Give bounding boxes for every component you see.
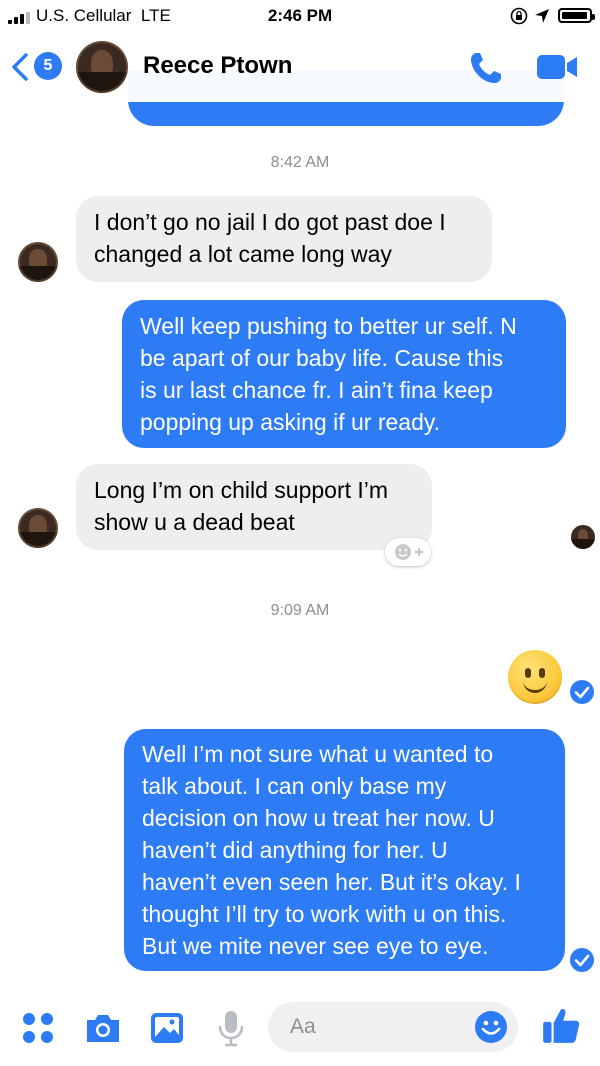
message-line: changed a lot came long way xyxy=(94,241,392,267)
message-bubble-outgoing[interactable]: Well I’m not sure what u wanted to talk … xyxy=(124,729,565,971)
message-line: haven’t even seen her. But it’s okay. I xyxy=(142,869,521,895)
message-line: I don’t go no jail I do got past doe I xyxy=(94,209,446,235)
unread-count-badge: 5 xyxy=(34,52,62,80)
phone-icon[interactable] xyxy=(468,50,504,86)
message-line: thought I’ll try to work with u on this. xyxy=(142,901,507,927)
message-line: be apart of our baby life. Cause this xyxy=(140,345,504,371)
gallery-icon[interactable] xyxy=(147,1008,187,1048)
smiley-emoji-message[interactable] xyxy=(508,650,562,704)
contact-avatar[interactable] xyxy=(76,41,128,93)
delivered-check-icon xyxy=(570,948,594,972)
apps-icon[interactable] xyxy=(18,1008,58,1048)
message-line: decision on how u treat her now. U xyxy=(142,805,495,831)
location-arrow-icon xyxy=(535,9,549,23)
read-receipt-avatar xyxy=(571,525,595,549)
message-input[interactable]: Aa xyxy=(268,1002,518,1052)
message-line: show u a dead beat xyxy=(94,509,295,535)
orientation-lock-icon xyxy=(510,7,528,25)
message-timestamp: 8:42 AM xyxy=(270,154,330,171)
status-bar: U.S. Cellular LTE 2:46 PM xyxy=(0,0,600,32)
camera-icon[interactable] xyxy=(83,1008,123,1048)
message-line: Well keep pushing to better ur self. N xyxy=(140,313,517,339)
add-reaction-icon xyxy=(395,544,423,560)
sender-avatar[interactable] xyxy=(18,508,58,548)
conversation-header: 5 Reece Ptown xyxy=(0,32,600,102)
message-line: Long I’m on child support I’m xyxy=(94,477,389,503)
message-bubble-incoming[interactable]: Long I’m on child support I’m show u a d… xyxy=(76,464,432,550)
back-chevron-icon xyxy=(12,53,28,81)
message-bubble-outgoing[interactable]: Well keep pushing to better ur self. N b… xyxy=(122,300,566,448)
contact-name[interactable]: Reece Ptown xyxy=(143,52,292,80)
message-bubble-incoming[interactable]: I don’t go no jail I do got past doe I c… xyxy=(76,196,492,282)
message-input-placeholder: Aa xyxy=(290,1015,316,1038)
message-composer: Aa xyxy=(0,996,600,1066)
back-button[interactable]: 5 xyxy=(10,50,66,84)
like-icon[interactable] xyxy=(540,1004,582,1046)
message-line: popping up asking if ur ready. xyxy=(140,409,441,435)
sender-avatar[interactable] xyxy=(18,242,58,282)
message-line: haven’t did anything for her. U xyxy=(142,837,448,863)
status-icons xyxy=(502,6,595,26)
message-timestamp: 9:09 AM xyxy=(270,602,330,619)
message-line: But we mite never see eye to eye. xyxy=(142,933,489,959)
battery-icon xyxy=(558,8,595,23)
delivered-check-icon xyxy=(570,680,594,704)
video-icon[interactable] xyxy=(536,52,578,82)
message-line: is ur last chance fr. I ain’t fina keep xyxy=(140,377,493,403)
emoji-icon[interactable] xyxy=(474,1010,508,1044)
add-reaction-button[interactable] xyxy=(385,538,431,566)
message-line: Well I’m not sure what u wanted to xyxy=(142,741,494,767)
message-line: talk about. I can only base my xyxy=(142,773,447,799)
mic-icon[interactable] xyxy=(211,1008,251,1048)
